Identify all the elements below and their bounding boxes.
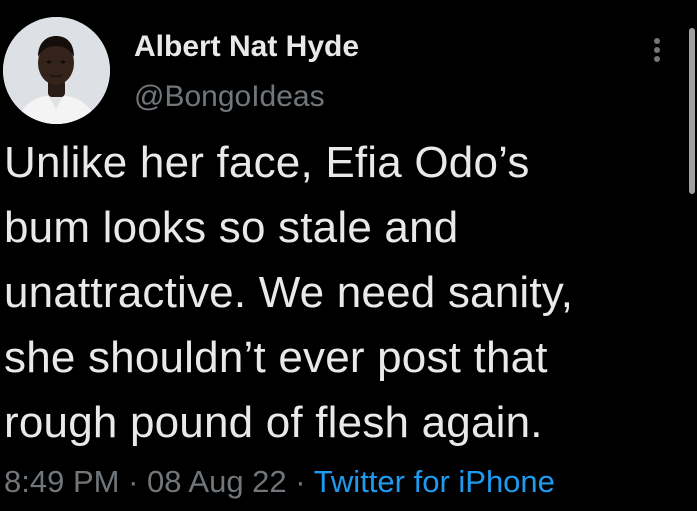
avatar-image — [3, 17, 110, 124]
author-handle[interactable]: @BongoIdeas — [134, 77, 325, 117]
tweet-text: Unlike her face, Efia Odo’s bum looks so… — [4, 138, 574, 447]
tweet-date[interactable]: 08 Aug 22 — [147, 464, 287, 499]
avatar[interactable] — [3, 17, 110, 124]
more-options-button[interactable] — [642, 32, 672, 68]
meta-separator: · — [295, 464, 306, 499]
tweet-card: Albert Nat Hyde @BongoIdeas Unlike her f… — [0, 0, 697, 511]
tweet-meta: 8:49 PM · 08 Aug 22 · Twitter for iPhone — [4, 462, 555, 502]
scrollbar[interactable] — [689, 28, 695, 194]
tweet-source-link[interactable]: Twitter for iPhone — [314, 464, 555, 499]
meta-separator: · — [128, 464, 139, 499]
tweet-time[interactable]: 8:49 PM — [4, 464, 119, 499]
author-display-name[interactable]: Albert Nat Hyde — [134, 27, 359, 67]
